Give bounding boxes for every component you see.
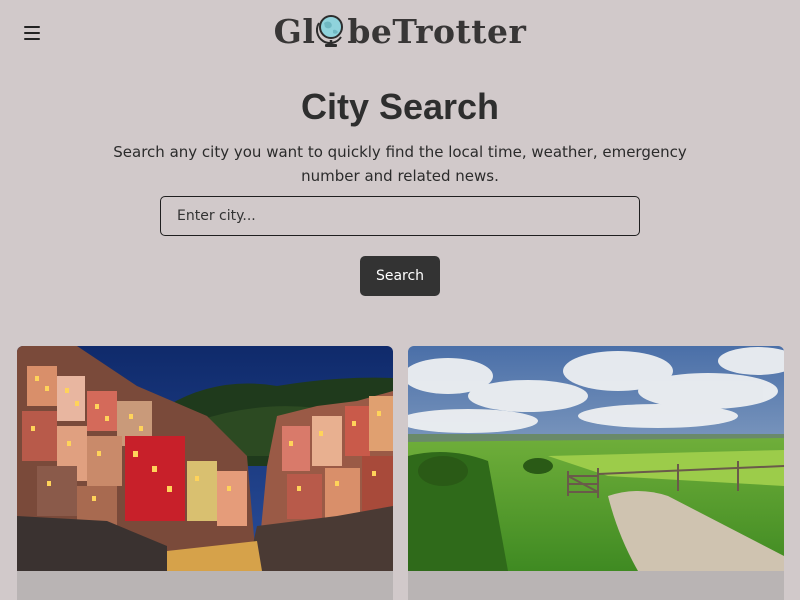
page-subtitle: Search any city you want to quickly find… [113, 143, 687, 185]
city-card-countryside[interactable] [408, 346, 784, 600]
logo-text-prefix: Gl [273, 12, 316, 51]
page-title: City Search [300, 86, 500, 127]
site-logo[interactable]: Gl beTrotter [0, 12, 800, 51]
site-header: Gl beTrotter [0, 0, 800, 70]
globe-icon [316, 13, 346, 49]
coastal-village-at-night-photo [17, 346, 393, 571]
search-button[interactable]: Search [360, 256, 440, 296]
city-card-coastal-village[interactable] [17, 346, 393, 600]
city-search-input[interactable] [160, 196, 640, 236]
green-countryside-path-photo [408, 346, 784, 571]
logo-text-suffix: beTrotter [347, 12, 527, 51]
